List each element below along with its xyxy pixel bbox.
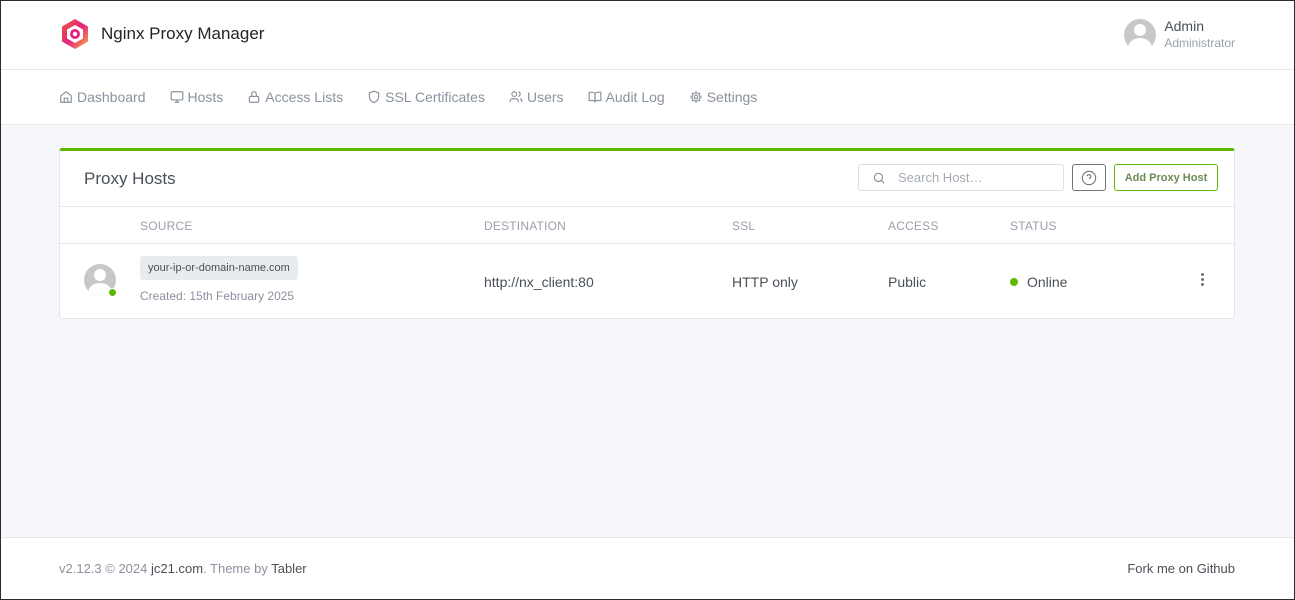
nav-item-audit-log[interactable]: Audit Log (588, 89, 665, 105)
version-text: v2.12.3 © 2024 (59, 561, 148, 576)
column-header-ssl[interactable]: SSL (732, 219, 755, 233)
brand[interactable]: Nginx Proxy Manager (59, 18, 264, 50)
lock-icon (249, 91, 260, 103)
main-nav: Dashboard Hosts Access Lists SSL Certifi… (0, 70, 1295, 125)
host-status-indicator (108, 288, 117, 297)
home-icon (60, 91, 72, 103)
nav-item-ssl-certificates[interactable]: SSL Certificates (367, 89, 485, 105)
add-proxy-host-button[interactable]: Add Proxy Host (1114, 164, 1218, 191)
tabler-link[interactable]: Tabler (271, 561, 306, 576)
column-header-destination[interactable]: DESTINATION (484, 219, 566, 233)
shield-icon (368, 90, 380, 104)
column-header-source[interactable]: SOURCE (140, 219, 193, 233)
domain-tag[interactable]: your-ip-or-domain-name.com (140, 256, 298, 280)
nav-item-dashboard[interactable]: Dashboard (59, 89, 146, 105)
app-title: Nginx Proxy Manager (101, 24, 265, 43)
user-role: Administrator (1164, 36, 1235, 50)
top-header: Nginx Proxy Manager Admin Administrator (0, 0, 1295, 70)
card-header: Proxy Hosts Add Proxy Host (60, 151, 1234, 207)
footer-credits: v2.12.3 © 2024 jc21.com. Theme by Tabler (59, 561, 307, 576)
nav-item-label: Access Lists (265, 89, 344, 105)
column-header-access[interactable]: ACCESS (888, 219, 939, 233)
user-name: Admin (1164, 18, 1204, 34)
destination-cell: http://nx_client:80 (484, 274, 594, 290)
nav-item-settings[interactable]: Settings (689, 89, 758, 105)
jc21-link[interactable]: jc21.com (151, 561, 203, 576)
nav-item-label: Hosts (187, 89, 224, 105)
footer: v2.12.3 © 2024 jc21.com. Theme by Tabler… (0, 537, 1295, 600)
column-header-status[interactable]: STATUS (1010, 219, 1057, 233)
nav-item-label: Dashboard (77, 89, 146, 105)
theme-by-text: . Theme by (203, 561, 268, 576)
row-actions-menu-icon[interactable] (1196, 273, 1208, 289)
book-icon (588, 91, 601, 103)
user-menu[interactable]: Admin Administrator (1124, 17, 1235, 51)
ssl-cell: HTTP only (732, 274, 798, 290)
table-header: SOURCE DESTINATION SSL ACCESS STATUS (60, 207, 1234, 244)
created-date: Created: 15th February 2025 (140, 289, 295, 303)
search-icon (873, 172, 885, 184)
nav-item-access-lists[interactable]: Access Lists (247, 89, 343, 105)
online-status-dot (1010, 278, 1018, 286)
nginx-proxy-manager-logo-icon (62, 19, 88, 49)
help-icon (1081, 170, 1097, 185)
card-title: Proxy Hosts (84, 169, 176, 188)
monitor-icon (170, 91, 183, 103)
help-button[interactable] (1072, 164, 1106, 191)
nav-item-users[interactable]: Users (509, 89, 564, 105)
gear-icon (689, 91, 702, 103)
table-row[interactable]: your-ip-or-domain-name.com Created: 15th… (60, 244, 1234, 318)
avatar (1124, 19, 1157, 51)
nav-item-label: Users (526, 89, 564, 105)
search-box[interactable] (858, 164, 1064, 191)
nav-item-label: Settings (706, 89, 758, 105)
search-input[interactable] (898, 170, 1058, 185)
nav-item-label: Audit Log (605, 89, 665, 105)
github-fork-link[interactable]: Fork me on Github (1127, 561, 1235, 576)
nav-item-label: SSL Certificates (385, 89, 485, 105)
nav-item-hosts[interactable]: Hosts (170, 89, 224, 105)
proxy-hosts-card: Proxy Hosts Add Proxy Host SOURCE DESTIN… (59, 148, 1235, 319)
access-cell: Public (888, 274, 927, 290)
users-icon (509, 91, 523, 103)
status-cell: Online (1027, 274, 1068, 290)
